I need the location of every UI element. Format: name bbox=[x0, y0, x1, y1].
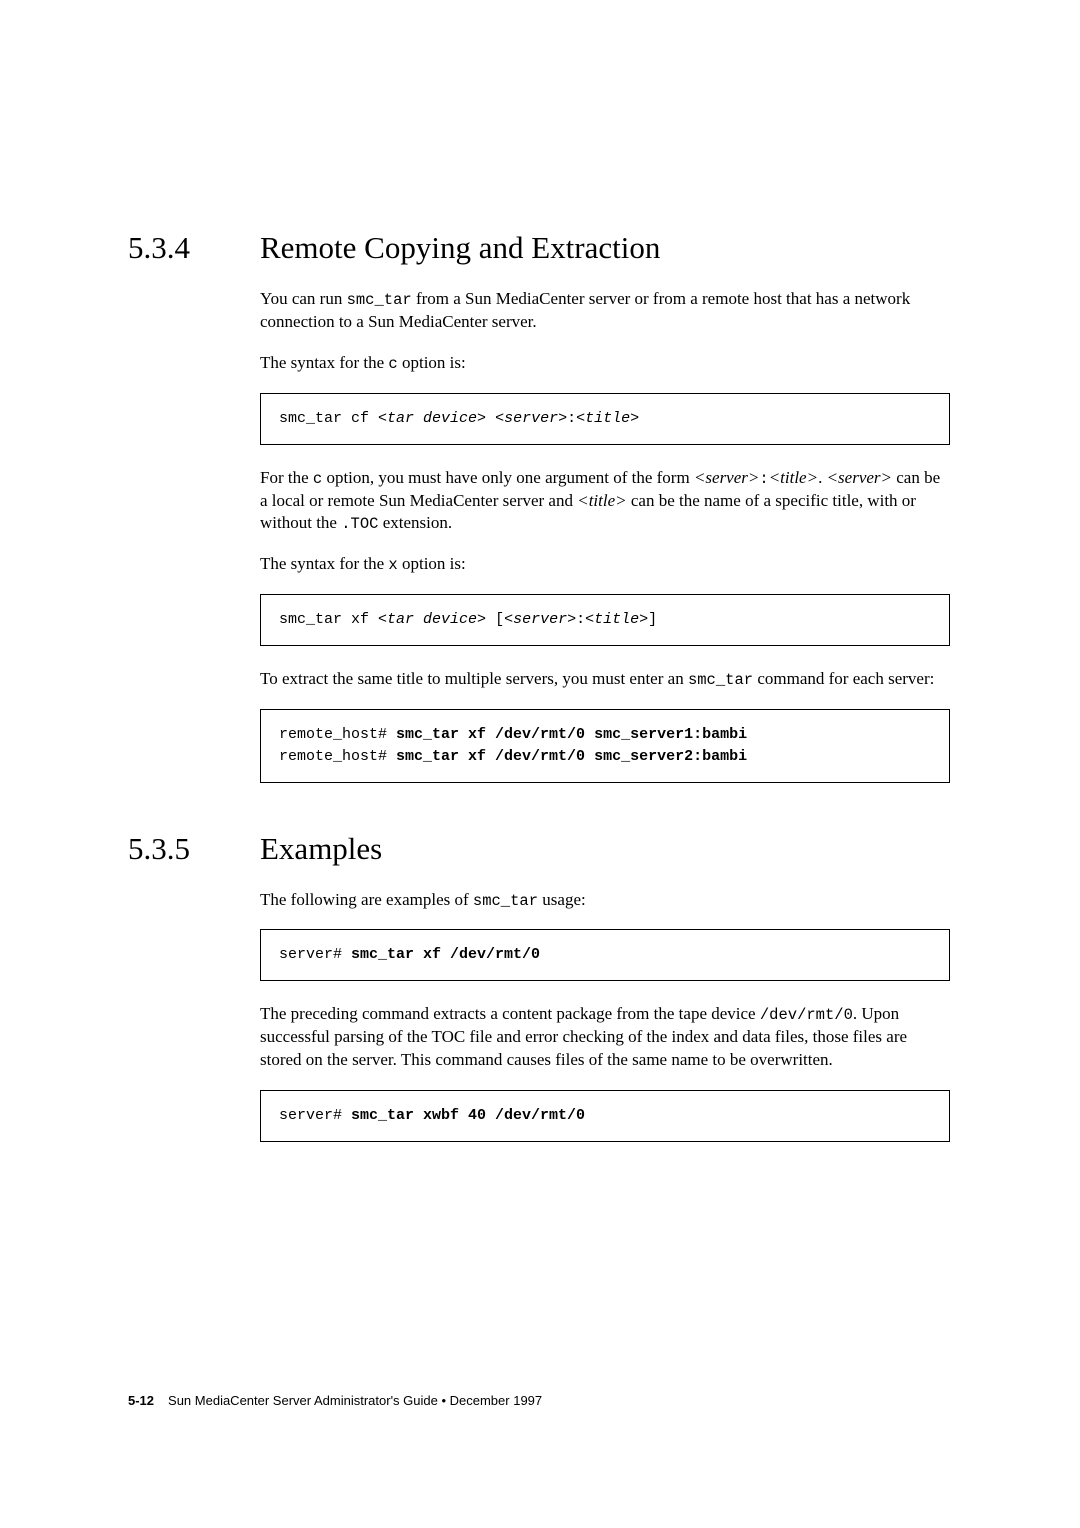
code-inline: c bbox=[313, 470, 322, 488]
code-block-example-1: server# smc_tar xf /dev/rmt/0 bbox=[260, 929, 950, 981]
para-534-2: The syntax for the c option is: bbox=[260, 352, 950, 375]
section-535-body: The following are examples of smc_tar us… bbox=[260, 889, 950, 1142]
section-number-535: 5.3.5 bbox=[128, 831, 260, 867]
code-inline: /dev/rmt/0 bbox=[760, 1006, 853, 1024]
section-number-534: 5.3.4 bbox=[128, 230, 260, 266]
code-block-example-2: server# smc_tar xwbf 40 /dev/rmt/0 bbox=[260, 1090, 950, 1142]
section-title-535: Examples bbox=[260, 831, 382, 867]
page-footer: 5-12 Sun MediaCenter Server Administrator… bbox=[128, 1393, 542, 1408]
page-number: 5-12 bbox=[128, 1393, 154, 1408]
code-block-x-syntax: smc_tar xf <tar device> [<server>:<title… bbox=[260, 594, 950, 646]
section-title-534: Remote Copying and Extraction bbox=[260, 230, 660, 266]
para-535-1: The following are examples of smc_tar us… bbox=[260, 889, 950, 912]
footer-text: Sun MediaCenter Server Administrator's G… bbox=[168, 1393, 542, 1408]
code-inline: smc_tar bbox=[688, 671, 753, 689]
page-content: 5.3.4 Remote Copying and Extraction You … bbox=[0, 0, 1080, 1142]
code-block-c-syntax: smc_tar cf <tar device> <server>:<title> bbox=[260, 393, 950, 445]
code-inline: .TOC bbox=[341, 515, 378, 533]
para-534-3: For the c option, you must have only one… bbox=[260, 467, 950, 536]
para-534-4: The syntax for the x option is: bbox=[260, 553, 950, 576]
section-534-heading: 5.3.4 Remote Copying and Extraction bbox=[128, 230, 950, 266]
section-534-body: You can run smc_tar from a Sun MediaCent… bbox=[260, 288, 950, 783]
para-535-2: The preceding command extracts a content… bbox=[260, 1003, 950, 1072]
code-inline: smc_tar bbox=[347, 291, 412, 309]
section-535-heading: 5.3.5 Examples bbox=[128, 831, 950, 867]
code-inline: c bbox=[388, 355, 397, 373]
code-inline: smc_tar bbox=[473, 892, 538, 910]
code-block-multi-server: remote_host# smc_tar xf /dev/rmt/0 smc_s… bbox=[260, 709, 950, 783]
code-inline: x bbox=[388, 556, 397, 574]
para-534-5: To extract the same title to multiple se… bbox=[260, 668, 950, 691]
para-534-1: You can run smc_tar from a Sun MediaCent… bbox=[260, 288, 950, 334]
